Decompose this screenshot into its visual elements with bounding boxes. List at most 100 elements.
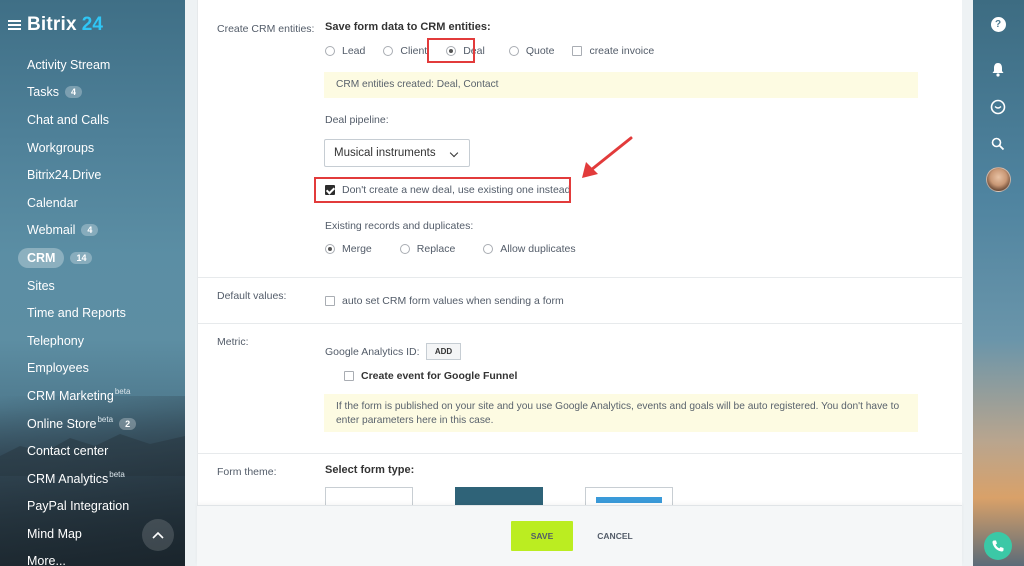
option-allow-duplicates[interactable]: Allow duplicates (483, 243, 576, 255)
help-button[interactable]: ? (988, 14, 1008, 34)
bell-icon (992, 62, 1004, 77)
sidebar-item-drive[interactable]: Bitrix24.Drive (0, 161, 185, 189)
checkbox-autoset[interactable] (325, 296, 335, 306)
sidebar-item-label: Contact center (27, 444, 109, 459)
counter-badge: 4 (64, 86, 82, 99)
option-client[interactable]: Client (383, 45, 427, 57)
deal-pipeline-label: Deal pipeline: (325, 114, 389, 126)
sidebar-item-crm-marketing[interactable]: CRM Marketing beta (0, 382, 185, 410)
logo-number[interactable]: 24 (82, 14, 103, 36)
sidebar-item-paypal-integration[interactable]: PayPal Integration (0, 493, 185, 521)
phone-icon (992, 540, 1004, 552)
autoset-label: auto set CRM form values when sending a … (342, 295, 564, 307)
sidebar-item-label: Chat and Calls (27, 112, 109, 127)
logo-text[interactable]: Bitrix (27, 14, 77, 36)
option-lead[interactable]: Lead (325, 45, 365, 57)
search-button[interactable] (988, 134, 1008, 154)
sidebar-item-webmail[interactable]: Webmail 4 (0, 217, 185, 245)
duplicates-options: Merge Replace Allow duplicates (325, 243, 594, 255)
option-replace[interactable]: Replace (399, 243, 456, 255)
deal-pipeline-select[interactable]: Musical instruments (324, 139, 470, 167)
sidebar-item-workgroups[interactable]: Workgroups (0, 134, 185, 162)
checkbox-create-invoice[interactable] (572, 46, 583, 56)
option-quote[interactable]: Quote (508, 45, 555, 57)
ga-id-label: Google Analytics ID: (325, 346, 420, 358)
option-label: Client (400, 45, 428, 57)
sidebar-item-label: Webmail (27, 223, 76, 238)
option-create-invoice[interactable]: create invoice (572, 45, 654, 57)
user-avatar[interactable] (986, 167, 1011, 192)
phone-button[interactable] (984, 532, 1012, 560)
counter-badge: 14 (70, 251, 93, 264)
radio-allow-duplicates[interactable] (483, 244, 494, 254)
form-theme-light[interactable] (325, 487, 413, 507)
form-theme-blue[interactable] (585, 487, 673, 507)
cancel-button[interactable]: CANCEL (593, 521, 637, 551)
option-label: Quote (525, 45, 555, 57)
divider (198, 323, 962, 324)
radio-lead[interactable] (325, 46, 335, 56)
checkbox-google-funnel[interactable] (344, 371, 354, 381)
add-ga-button[interactable]: ADD (426, 343, 461, 360)
sidebar-item-activity-stream[interactable]: Activity Stream (0, 51, 185, 79)
sidebar-item-label: Tasks (27, 85, 59, 100)
crm-header: Save form data to CRM entities: (325, 21, 491, 33)
divider (198, 277, 962, 278)
notifications-button[interactable] (988, 59, 1008, 79)
sidebar-item-label: CRM Marketing (27, 388, 114, 403)
beta-tag: beta (97, 415, 114, 425)
sidebar-item-label: Online Store (27, 416, 97, 431)
radio-client[interactable] (383, 46, 394, 56)
option-label: Lead (342, 45, 366, 57)
radio-replace[interactable] (399, 244, 410, 254)
help-icon: ? (990, 16, 1006, 32)
sidebar-item-online-store[interactable]: Online Store beta 2 (0, 410, 185, 438)
sidebar-item-sites[interactable]: Sites (0, 272, 185, 300)
page-gutter-left (185, 0, 197, 566)
sidebar-item-label: CRM (18, 247, 65, 268)
option-merge[interactable]: Merge (325, 243, 372, 255)
page-gutter-right (962, 0, 973, 566)
sidebar-item-crm[interactable]: CRM 14 (0, 244, 185, 272)
sidebar-item-label: Telephony (27, 333, 84, 348)
sidebar-item-label: Employees (27, 361, 89, 376)
sidebar-item-label: CRM Analytics (27, 471, 109, 486)
beta-tag: beta (114, 387, 131, 397)
logo-row: Bitrix 24 (8, 14, 103, 36)
radio-quote[interactable] (508, 46, 519, 56)
theme-preview-bar (596, 497, 662, 503)
google-funnel-label: Create event for Google Funnel (361, 370, 518, 382)
menu-icon[interactable] (8, 20, 21, 30)
duplicates-label: Existing records and duplicates: (325, 220, 474, 232)
radio-merge[interactable] (325, 244, 335, 254)
sidebar-item-crm-analytics[interactable]: CRM Analytics beta (0, 465, 185, 493)
scroll-up-button[interactable] (142, 519, 174, 551)
sidebar-nav: Activity Stream Tasks 4 Chat and Calls Wo… (0, 51, 185, 566)
sidebar-item-label: More... (27, 554, 66, 566)
option-label: Replace (416, 243, 456, 255)
sidebar-item-tasks[interactable]: Tasks 4 (0, 79, 185, 107)
sidebar-item-contact-center[interactable]: Contact center (0, 437, 185, 465)
sidebar-item-telephony[interactable]: Telephony (0, 327, 185, 355)
sidebar-item-chat-and-calls[interactable]: Chat and Calls (0, 106, 185, 134)
divider (198, 453, 962, 454)
sidebar-item-label: Activity Stream (27, 57, 111, 72)
chat-icon (990, 99, 1006, 115)
right-rail: ? (973, 0, 1024, 566)
deal-pipeline-value: Musical instruments (334, 147, 436, 159)
sidebar-item-label: Time and Reports (27, 306, 126, 321)
chat-button[interactable] (988, 97, 1008, 117)
sidebar-item-label: Mind Map (27, 526, 82, 541)
sidebar-item-label: Workgroups (27, 140, 95, 155)
sidebar-item-employees[interactable]: Employees (0, 355, 185, 383)
ga-note: If the form is published on your site an… (324, 394, 918, 432)
save-button[interactable]: SAVE (511, 521, 573, 551)
autoset-option[interactable]: auto set CRM form values when sending a … (325, 295, 564, 307)
option-label: Allow duplicates (500, 243, 576, 255)
sidebar-item-calendar[interactable]: Calendar (0, 189, 185, 217)
sidebar-item-time-and-reports[interactable]: Time and Reports (0, 299, 185, 327)
chevron-up-icon (152, 531, 164, 539)
form-theme-dark[interactable] (455, 487, 543, 507)
section-label-metric: Metric: (217, 336, 249, 348)
google-funnel-option[interactable]: Create event for Google Funnel (344, 370, 517, 382)
